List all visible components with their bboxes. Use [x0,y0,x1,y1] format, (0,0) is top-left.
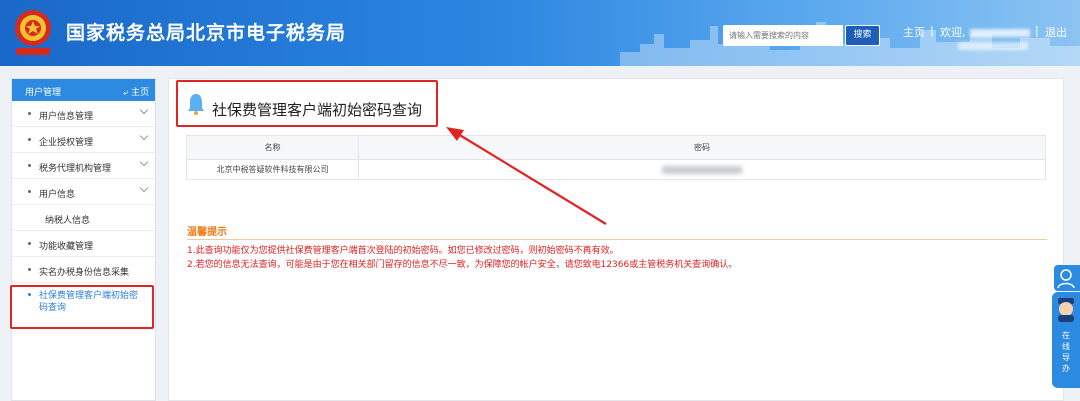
national-emblem-icon [15,10,51,55]
company-redacted [958,42,1028,50]
sidebar-item-label: 功能收藏管理 [39,242,94,252]
search-button[interactable]: 搜索 [845,25,880,46]
sidebar-item-favorites-management[interactable]: 功能收藏管理 [12,231,155,257]
bullet-icon [28,190,31,193]
bullet-icon [28,268,31,271]
tips-divider [187,239,1047,240]
sidebar-home-link[interactable]: ⤶ 主页 [123,85,149,98]
sidebar-header: 用户管理 ⤶ 主页 [12,79,155,101]
user-service-button[interactable] [1054,265,1080,291]
site-title: 国家税务总局北京市电子税务局 [66,22,347,44]
table-row: 北京中税答疑软件科技有限公司 [186,159,1046,180]
user-icon [1057,269,1075,289]
bullet-icon [28,112,31,115]
search-input[interactable] [723,25,843,46]
sidebar-item-label: 税务代理机构管理 [39,164,112,174]
back-arrow-icon: ⤶ [123,88,129,98]
sidebar-home-label: 主页 [130,88,149,98]
bullet-icon [28,164,31,167]
sidebar-item-label: 用户信息 [39,190,76,200]
table-header-row: 名称 密码 [186,135,1046,160]
welcome-text: 欢迎, [940,26,966,39]
tip-line-1: 1.此查询功能仅为您提供社保费管理客户端首次登陆的初始密码。如您已修改过密码，则… [187,246,619,256]
tip-line-2: 2.若您的信息无法查询，可能是由于您在相关部门留存的信息不尽一致，为保障您的帐户… [187,260,738,270]
password-table: 名称 密码 北京中税答疑软件科技有限公司 [186,135,1046,180]
username-redacted [970,29,1030,37]
annotation-box-title [176,80,438,127]
sidebar-title: 用户管理 [25,88,62,98]
assistant-avatar-icon [1058,298,1074,322]
sidebar: 用户管理 ⤶ 主页 用户信息管理 企业授权管理 税务代理机构管理 用户信息 纳税… [11,78,156,401]
home-link[interactable]: 主页 [903,24,925,40]
header-separator: | [930,24,934,37]
chevron-down-icon [139,157,149,167]
company-name-cell: 北京中税答疑软件科技有限公司 [186,159,359,180]
top-header: 国家税务总局北京市电子税务局 搜索 主页 | 欢迎, | 退出 [0,0,1080,66]
online-guide-label: 在线导办 [1062,331,1070,373]
sidebar-item-label: 企业授权管理 [39,138,94,148]
password-redacted [662,165,742,174]
sidebar-item-label: 用户信息管理 [39,112,94,122]
password-cell [358,159,1046,180]
annotation-box-sidebar [10,285,154,329]
online-guide-button[interactable]: 在线导办 [1052,292,1080,388]
bullet-icon [28,242,31,245]
sidebar-item-tax-agency-management[interactable]: 税务代理机构管理 [12,153,155,179]
column-header-password: 密码 [358,135,1046,160]
chevron-down-icon [139,105,149,115]
chevron-down-icon [139,183,149,193]
tips-title: 温馨提示 [187,227,227,238]
chevron-down-icon [139,131,149,141]
sidebar-item-label: 实名办税身份信息采集 [39,268,130,278]
sidebar-item-taxpayer-info[interactable]: 纳税人信息 [12,205,155,231]
logout-link[interactable]: 退出 [1045,24,1067,40]
column-header-name: 名称 [186,135,359,160]
sidebar-item-user-info[interactable]: 用户信息 [12,179,155,205]
bullet-icon [28,138,31,141]
sidebar-item-label: 纳税人信息 [45,216,91,226]
sidebar-item-enterprise-authorization[interactable]: 企业授权管理 [12,127,155,153]
sidebar-item-real-name-collection[interactable]: 实名办税身份信息采集 [12,257,155,283]
sidebar-item-user-info-management[interactable]: 用户信息管理 [12,101,155,127]
header-separator: | [1035,24,1039,37]
